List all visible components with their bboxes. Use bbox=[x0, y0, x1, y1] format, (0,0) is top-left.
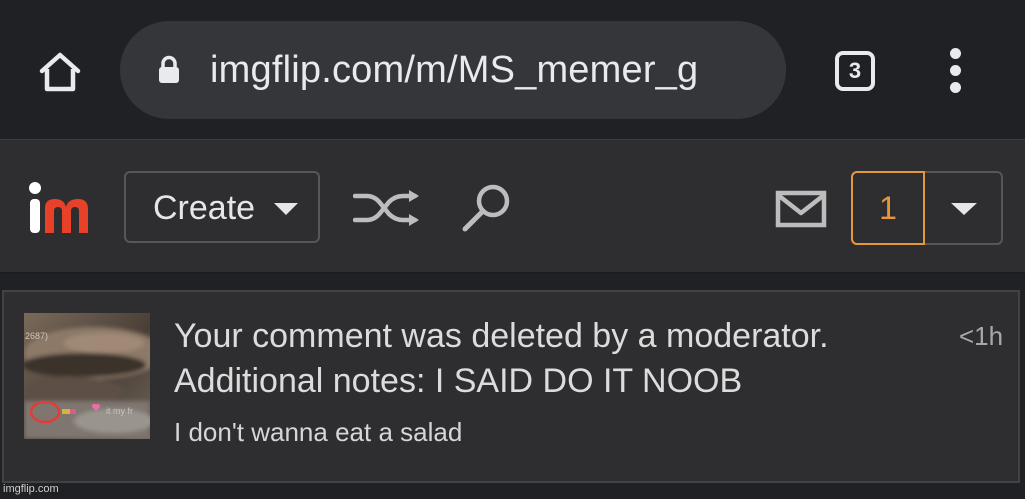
thumbnail-image: 2687) it my fr bbox=[24, 313, 150, 439]
tab-switcher-button[interactable]: 3 bbox=[835, 51, 875, 91]
home-icon bbox=[39, 52, 81, 92]
notification-count-button[interactable]: 1 bbox=[851, 171, 925, 245]
shuffle-icon bbox=[352, 190, 419, 226]
notification-title: Your comment was deleted by a moderator. bbox=[174, 317, 829, 355]
caret-down-icon bbox=[274, 203, 298, 215]
imgflip-logo[interactable] bbox=[28, 180, 98, 236]
imgflip-logo-mark bbox=[29, 182, 88, 233]
browser-menu-button[interactable] bbox=[940, 48, 972, 94]
search-icon bbox=[462, 184, 510, 232]
create-button[interactable]: Create bbox=[124, 171, 320, 243]
chevron-down-icon[interactable] bbox=[951, 203, 977, 215]
browser-toolbar: imgflip.com/m/MS_memer_g 3 bbox=[0, 0, 1025, 139]
tab-count: 3 bbox=[848, 58, 862, 83]
notification-list: 2687) it my fr Your comment was deleted … bbox=[0, 274, 1025, 499]
url-text: imgflip.com/m/MS_memer_g bbox=[210, 49, 699, 91]
create-label: Create bbox=[153, 189, 256, 227]
imgflip-watermark: imgflip.com bbox=[3, 483, 59, 495]
meme-thumbnail[interactable]: 2687) it my fr bbox=[24, 313, 150, 439]
search-button[interactable] bbox=[460, 182, 516, 234]
address-bar[interactable]: imgflip.com/m/MS_memer_g bbox=[120, 21, 786, 119]
random-button[interactable] bbox=[352, 190, 423, 226]
thumbnail-caption: it my fr bbox=[106, 406, 133, 416]
user-menu-group: 1 bbox=[851, 171, 1003, 245]
home-button[interactable] bbox=[36, 49, 84, 97]
moderator-notes: Additional notes: I SAID DO IT NOOB bbox=[174, 362, 743, 400]
site-navbar: Create 1 bbox=[0, 139, 1025, 274]
notification-time: <1h bbox=[959, 321, 1004, 351]
mail-icon bbox=[775, 190, 827, 228]
notification-item[interactable]: 2687) it my fr Your comment was deleted … bbox=[2, 290, 1020, 483]
deleted-comment-text: I don't wanna eat a salad bbox=[174, 417, 463, 447]
thumbnail-caption: 2687) bbox=[25, 331, 48, 341]
messages-button[interactable] bbox=[775, 190, 827, 228]
lock-icon bbox=[159, 55, 179, 83]
